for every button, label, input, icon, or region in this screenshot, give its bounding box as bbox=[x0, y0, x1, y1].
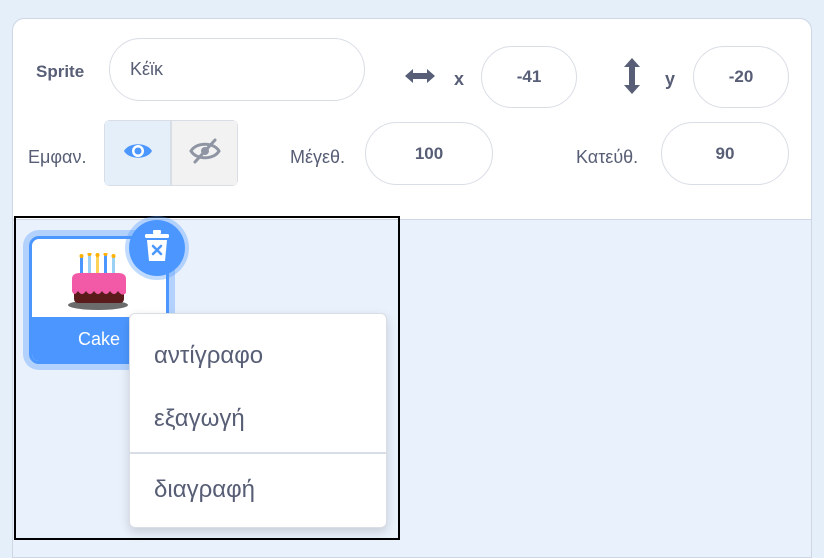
menu-item-delete[interactable]: διαγραφή bbox=[130, 461, 386, 519]
direction-label: Κατεύθ. bbox=[576, 147, 639, 167]
sprite-label: Sprite bbox=[36, 62, 85, 81]
vertical-arrows-icon bbox=[621, 57, 643, 100]
hide-button[interactable] bbox=[170, 121, 237, 185]
show-label: Εμφαν. bbox=[28, 147, 87, 167]
direction-input[interactable]: 90 bbox=[661, 122, 789, 185]
eye-slash-icon bbox=[188, 137, 221, 170]
horizontal-arrows-icon bbox=[403, 65, 437, 92]
cake-costume-icon bbox=[66, 252, 132, 316]
delete-sprite-button[interactable] bbox=[129, 220, 185, 276]
y-input[interactable]: -20 bbox=[693, 46, 789, 108]
menu-divider bbox=[130, 452, 386, 454]
sprite-info-panel: Sprite Κέϊκ x -41 y -20 Εμφαν. Μέγεθ. 10… bbox=[13, 19, 811, 220]
size-label: Μέγεθ. bbox=[290, 147, 346, 167]
show-button[interactable] bbox=[105, 121, 170, 185]
menu-item-duplicate[interactable]: αντίγραφο bbox=[130, 327, 386, 385]
x-label: x bbox=[454, 69, 465, 89]
visibility-toggle bbox=[104, 120, 238, 186]
eye-icon bbox=[123, 140, 153, 167]
size-input[interactable]: 100 bbox=[365, 122, 493, 185]
menu-item-export[interactable]: εξαγωγή bbox=[130, 390, 386, 448]
x-input[interactable]: -41 bbox=[481, 46, 577, 108]
sprite-name-input[interactable]: Κέϊκ bbox=[109, 38, 365, 101]
sprite-context-menu: αντίγραφο εξαγωγή διαγραφή bbox=[129, 313, 387, 528]
y-label: y bbox=[665, 69, 676, 89]
trash-icon bbox=[144, 229, 170, 267]
